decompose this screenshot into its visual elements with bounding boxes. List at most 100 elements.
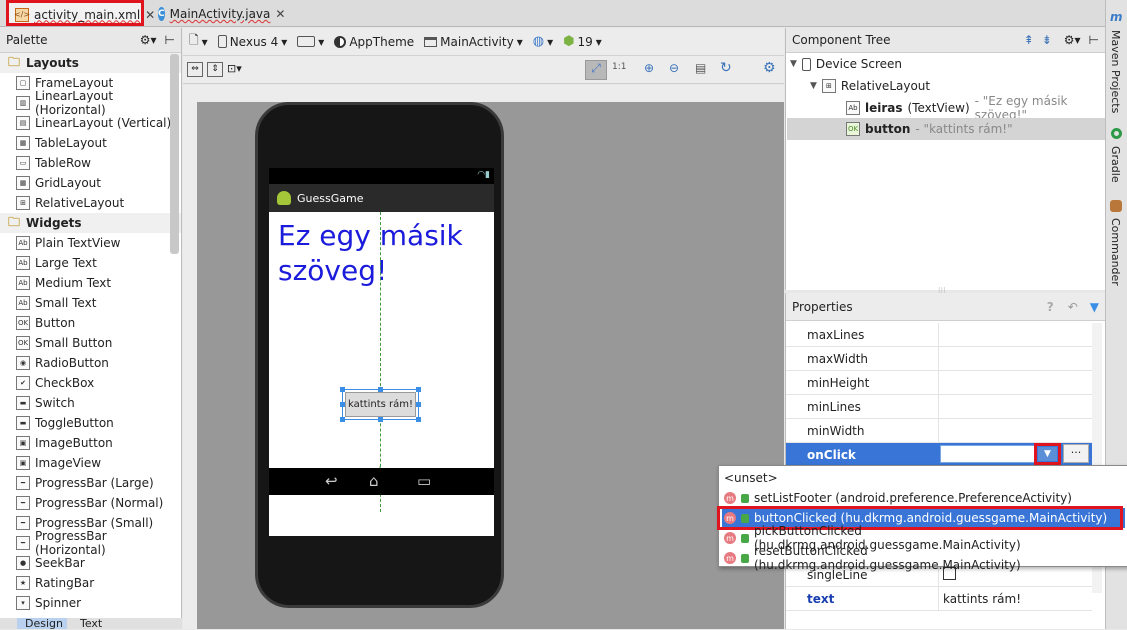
property-row[interactable]: minWidth <box>786 419 1092 443</box>
tree-button[interactable]: OK button - "kattints rám!" <box>846 119 1013 139</box>
onclick-dropdown-list: <unset> m setListFooter (android.prefere… <box>717 465 1127 572</box>
palette-item[interactable]: ▬ Switch <box>0 393 181 413</box>
device-dropdown[interactable]: Nexus 4 ▾ <box>217 35 287 49</box>
resize-handle[interactable] <box>416 387 421 392</box>
api-level-dropdown[interactable]: ⬢ 19 ▾ <box>563 34 602 49</box>
palette-scrollbar[interactable] <box>170 54 179 254</box>
palette-item[interactable]: ━ ProgressBar (Horizontal) <box>0 529 181 557</box>
palette-item[interactable]: ▦ TableLayout <box>0 133 181 153</box>
gear-icon[interactable]: ⚙▾ <box>1064 33 1081 47</box>
actual-size-icon[interactable]: 1:1 <box>612 62 626 72</box>
palette-item-label: Button <box>35 316 76 330</box>
refresh-icon[interactable]: ↻ <box>720 60 732 76</box>
palette-item[interactable]: ▣ ImageView <box>0 453 181 473</box>
zoom-out-icon[interactable]: ⊖ <box>669 61 679 75</box>
orientation-dropdown[interactable]: ▾ <box>297 35 324 49</box>
option-unset[interactable]: <unset> <box>722 468 1125 488</box>
palette-item[interactable]: ━ ProgressBar (Large) <box>0 473 181 493</box>
palette-category[interactable]: 🗀 Widgets <box>0 213 181 233</box>
tab-design[interactable]: Design <box>17 618 67 629</box>
property-row[interactable]: maxLines <box>786 323 1092 347</box>
palette-item[interactable]: Ab Plain TextView <box>0 233 181 253</box>
maven-projects-tab[interactable]: Maven Projects <box>1109 30 1122 113</box>
phone-icon <box>217 35 227 48</box>
property-row[interactable]: minHeight <box>786 371 1092 395</box>
palette-item[interactable]: ★ RatingBar <box>0 573 181 593</box>
property-row[interactable]: maxWidth <box>786 347 1092 371</box>
expand-arrow-icon[interactable]: ▼ <box>790 59 797 69</box>
zoom-in-icon[interactable]: ⊕ <box>644 61 654 75</box>
resize-handle[interactable] <box>416 402 421 407</box>
gradle-tab[interactable]: Gradle <box>1109 146 1122 183</box>
palette-item[interactable]: ▦ GridLayout <box>0 173 181 193</box>
property-value[interactable] <box>938 395 1092 418</box>
collapse-all-icon[interactable]: ⇟ <box>1042 33 1052 47</box>
resize-handle[interactable] <box>340 402 345 407</box>
palette-item[interactable]: ▥ LinearLayout (Horizontal) <box>0 89 181 117</box>
palette-item[interactable]: OK Small Button <box>0 333 181 353</box>
hide-panel-icon[interactable]: ⊢ <box>1089 33 1099 47</box>
property-row[interactable]: minLines <box>786 395 1092 419</box>
commander-icon <box>1110 200 1122 212</box>
property-value[interactable] <box>938 419 1092 442</box>
tree-relativelayout[interactable]: ▼ ⊞ RelativeLayout <box>810 76 930 96</box>
palette-item[interactable]: ▣ ImageButton <box>0 433 181 453</box>
theme-dropdown[interactable]: AppTheme <box>334 35 414 49</box>
resize-handle[interactable] <box>340 417 345 422</box>
palette-item[interactable]: Ab Small Text <box>0 293 181 313</box>
screenshot-icon[interactable]: ▤ <box>695 61 706 75</box>
palette-item[interactable]: OK Button <box>0 313 181 333</box>
tree-id: button <box>865 122 911 136</box>
palette-item[interactable]: ▭ TableRow <box>0 153 181 173</box>
palette-item[interactable]: ▾ Spinner <box>0 593 181 613</box>
property-value[interactable] <box>938 371 1092 394</box>
file-config-dropdown[interactable]: 🗋 ▾ <box>189 31 208 52</box>
preview-textview[interactable]: Ez egy másik szöveg! <box>278 218 488 288</box>
settings-icon[interactable]: ⚙ <box>763 60 776 76</box>
palette-item[interactable]: Ab Medium Text <box>0 273 181 293</box>
expand-arrow-icon[interactable]: ▼ <box>810 81 817 91</box>
navigation-bar: ↩ ⌂ ▭ <box>269 468 494 495</box>
tree-textview-leiras[interactable]: Ab leiras (TextView) - "Ez egy másik szö… <box>846 94 1105 122</box>
zoom-to-fit-icon[interactable]: ⤢ <box>585 60 607 80</box>
property-value[interactable] <box>938 347 1092 370</box>
close-icon[interactable]: ✕ <box>275 7 285 21</box>
expand-vertical-icon[interactable]: ⇕ <box>207 62 223 77</box>
palette-item[interactable]: ✔ CheckBox <box>0 373 181 393</box>
palette-item[interactable]: ▤ LinearLayout (Vertical) <box>0 113 181 133</box>
hide-panel-icon[interactable]: ⊢ <box>165 33 175 47</box>
commander-tab[interactable]: Commander <box>1109 218 1122 286</box>
expand-all-icon[interactable]: ⇞ <box>1024 33 1034 47</box>
tab-text[interactable]: Text <box>72 618 110 629</box>
property-value[interactable] <box>938 323 1092 346</box>
palette-item[interactable]: ◉ RadioButton <box>0 353 181 373</box>
resize-handle[interactable] <box>378 387 383 392</box>
tree-text: - "kattints rám!" <box>915 122 1013 136</box>
palette-item-label: Small Text <box>35 296 97 310</box>
resize-handle[interactable] <box>416 417 421 422</box>
tree-device-screen[interactable]: ▼ Device Screen <box>790 54 902 74</box>
undo-icon[interactable]: ↶ <box>1068 300 1078 314</box>
property-row-text[interactable]: text kattints rám! <box>786 587 1092 611</box>
palette-item[interactable]: ⊞ RelativeLayout <box>0 193 181 213</box>
activity-dropdown[interactable]: MainActivity ▾ <box>424 35 523 49</box>
property-value[interactable]: kattints rám! <box>943 592 1021 606</box>
locale-dropdown[interactable]: ◍ ▾ <box>533 34 553 49</box>
help-icon[interactable]: ? <box>1047 300 1054 314</box>
palette-item[interactable]: ━ ProgressBar (Normal) <box>0 493 181 513</box>
theme-label: AppTheme <box>349 34 415 49</box>
size-dropdown-icon[interactable]: ⊡▾ <box>227 62 242 75</box>
onclick-combo-input[interactable] <box>940 445 1035 463</box>
resize-handle[interactable] <box>378 417 383 422</box>
palette-item[interactable]: ▬ ToggleButton <box>0 413 181 433</box>
tab-mainactivity-java[interactable]: C MainActivity.java ✕ <box>152 2 288 26</box>
gear-icon[interactable]: ⚙▾ <box>140 33 157 47</box>
option-resetbuttonclicked[interactable]: m resetButtonClicked (hu.dkrmg.android.g… <box>722 544 1125 572</box>
expand-horizontal-icon[interactable]: ⇔ <box>187 62 203 77</box>
browse-button[interactable]: ··· <box>1063 444 1089 463</box>
palette-item[interactable]: Ab Large Text <box>0 253 181 273</box>
option-setlistfooter[interactable]: m setListFooter (android.preference.Pref… <box>722 488 1125 508</box>
palette-category[interactable]: 🗀 Layouts <box>0 53 181 73</box>
filter-icon[interactable]: ▼ <box>1090 300 1099 314</box>
resize-handle[interactable] <box>340 387 345 392</box>
